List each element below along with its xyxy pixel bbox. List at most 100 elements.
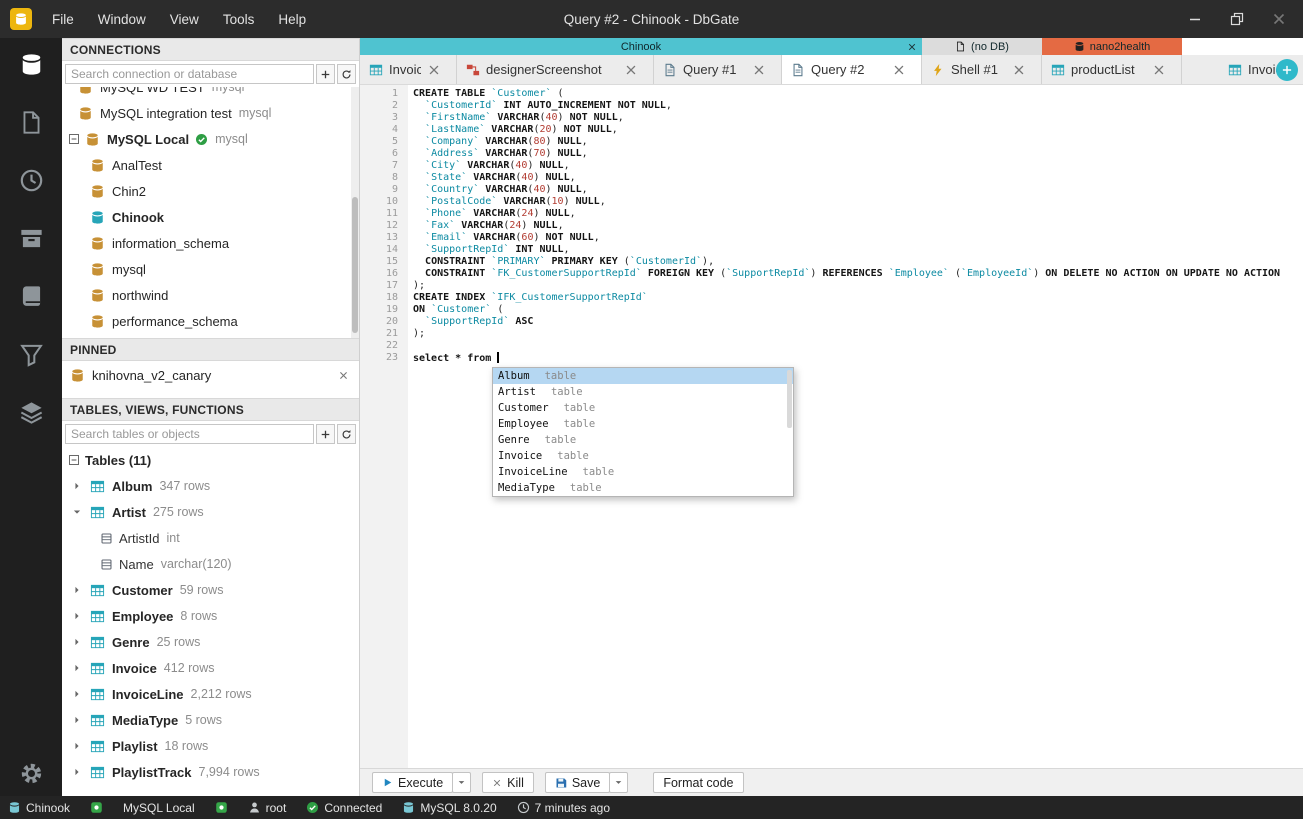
menu-file[interactable]: File bbox=[52, 12, 74, 27]
database-icon[interactable] bbox=[19, 52, 44, 77]
autocomplete-item[interactable]: Genre table bbox=[493, 432, 793, 448]
book-icon[interactable] bbox=[19, 284, 44, 309]
tables-search-input[interactable] bbox=[65, 424, 314, 444]
connection-item[interactable]: MySQL integration test mysql bbox=[62, 100, 359, 126]
format-code-button[interactable]: Format code bbox=[653, 772, 744, 793]
close-icon[interactable] bbox=[1146, 63, 1166, 77]
pinned-item[interactable]: knihovna_v2_canary bbox=[62, 361, 359, 389]
connection-name: MySQL WD TEST bbox=[100, 87, 205, 95]
tab-query-2[interactable]: Query #2 bbox=[782, 55, 922, 84]
table-item[interactable]: PlaylistTrack 7,994 rows bbox=[62, 759, 359, 785]
column-item[interactable]: ArtistId int bbox=[62, 525, 359, 551]
autocomplete-item[interactable]: Album table bbox=[493, 368, 793, 384]
status-item[interactable]: Chinook bbox=[8, 801, 70, 815]
column-item[interactable]: Name varchar(120) bbox=[62, 551, 359, 577]
connection-item[interactable]: mysql bbox=[62, 256, 359, 282]
table-name: Customer bbox=[112, 582, 173, 598]
menu-view[interactable]: View bbox=[170, 12, 199, 27]
connection-item[interactable]: northwind bbox=[62, 282, 359, 308]
autocomplete-item[interactable]: Employee table bbox=[493, 416, 793, 432]
line-number: 17 bbox=[385, 280, 398, 291]
status-item[interactable] bbox=[215, 801, 228, 814]
status-item[interactable]: MySQL 8.0.20 bbox=[402, 800, 497, 815]
table-item[interactable]: Playlist 18 rows bbox=[62, 733, 359, 759]
close-icon[interactable] bbox=[886, 63, 906, 77]
status-item[interactable]: root bbox=[248, 801, 286, 815]
close-icon[interactable] bbox=[421, 63, 441, 77]
gear-icon[interactable] bbox=[19, 761, 44, 786]
close-icon[interactable] bbox=[907, 42, 917, 52]
table-item[interactable]: Customer 59 rows bbox=[62, 577, 359, 603]
table-item[interactable]: Album 347 rows bbox=[62, 473, 359, 499]
autocomplete-item[interactable]: InvoiceLine table bbox=[493, 464, 793, 480]
connections-search-input[interactable] bbox=[65, 64, 314, 84]
archive-icon[interactable] bbox=[19, 226, 44, 251]
layers-icon[interactable] bbox=[19, 400, 44, 425]
menu-help[interactable]: Help bbox=[278, 12, 306, 27]
collapse-box-icon bbox=[68, 454, 80, 466]
table-item[interactable]: Genre 25 rows bbox=[62, 629, 359, 655]
save-label: Save bbox=[571, 775, 601, 790]
line-number: 19 bbox=[385, 304, 398, 315]
connection-item[interactable]: MySQL Local mysql bbox=[62, 126, 359, 152]
close-icon[interactable] bbox=[746, 63, 766, 77]
refresh-connections-button[interactable] bbox=[337, 64, 356, 84]
connection-item[interactable]: MySQL WD TEST mysql bbox=[62, 87, 359, 100]
tab-label: Shell #1 bbox=[951, 62, 998, 77]
connection-item[interactable]: AnalTest bbox=[62, 152, 359, 178]
restore-button[interactable] bbox=[1229, 11, 1245, 27]
tab-productlist[interactable]: productList bbox=[1042, 55, 1182, 84]
autocomplete-item[interactable]: Customer table bbox=[493, 400, 793, 416]
table-row-count: 2,212 rows bbox=[190, 687, 252, 701]
table-item[interactable]: Invoice 412 rows bbox=[62, 655, 359, 681]
autocomplete-scrollbar[interactable] bbox=[787, 370, 792, 428]
connection-item[interactable]: Chinook bbox=[62, 204, 359, 230]
refresh-tables-button[interactable] bbox=[337, 424, 356, 444]
save-dropdown-button[interactable] bbox=[609, 772, 629, 793]
history-icon[interactable] bbox=[19, 168, 44, 193]
filter-icon[interactable] bbox=[19, 342, 44, 367]
scrollbar-thumb[interactable] bbox=[352, 197, 358, 333]
autocomplete-item[interactable]: Invoice table bbox=[493, 448, 793, 464]
table-item[interactable]: InvoiceLine 2,212 rows bbox=[62, 681, 359, 707]
close-window-button[interactable] bbox=[1271, 11, 1287, 27]
kill-button[interactable]: Kill bbox=[482, 772, 534, 793]
autocomplete-item[interactable]: Artist table bbox=[493, 384, 793, 400]
connections-scrollbar[interactable] bbox=[351, 87, 359, 338]
code-line: ON `Customer` ( bbox=[413, 304, 504, 315]
status-label: MySQL 8.0.20 bbox=[420, 800, 497, 815]
status-item[interactable]: MySQL Local bbox=[123, 801, 195, 815]
execute-dropdown-button[interactable] bbox=[452, 772, 472, 793]
table-item[interactable]: MediaType 5 rows bbox=[62, 707, 359, 733]
close-icon[interactable] bbox=[1006, 63, 1026, 77]
tab-group[interactable]: Chinook bbox=[360, 38, 922, 55]
menu-window[interactable]: Window bbox=[98, 12, 146, 27]
table-row-count: 7,994 rows bbox=[198, 765, 260, 779]
connection-item[interactable]: Chin2 bbox=[62, 178, 359, 204]
status-item[interactable]: Connected bbox=[306, 801, 382, 815]
tables-group[interactable]: Tables (11) bbox=[62, 447, 359, 473]
autocomplete-item[interactable]: MediaType table bbox=[493, 480, 793, 496]
file-icon[interactable] bbox=[19, 110, 44, 135]
database-icon bbox=[8, 801, 21, 814]
add-connection-button[interactable] bbox=[316, 64, 335, 84]
status-item[interactable]: 7 minutes ago bbox=[517, 801, 610, 815]
table-item[interactable]: Artist 275 rows bbox=[62, 499, 359, 525]
tab-designerscreenshot[interactable]: designerScreenshot bbox=[457, 55, 654, 84]
table-item[interactable]: Employee 8 rows bbox=[62, 603, 359, 629]
execute-button[interactable]: Execute bbox=[372, 772, 454, 793]
new-tab-button[interactable] bbox=[1276, 59, 1298, 81]
tab-group[interactable]: (no DB) bbox=[922, 38, 1042, 55]
tab-group[interactable]: nano2health bbox=[1042, 38, 1182, 55]
menu-tools[interactable]: Tools bbox=[223, 12, 255, 27]
connection-item[interactable]: performance_schema bbox=[62, 308, 359, 334]
connection-item[interactable]: information_schema bbox=[62, 230, 359, 256]
save-button[interactable]: Save bbox=[544, 772, 611, 793]
status-item[interactable] bbox=[90, 801, 103, 814]
tab-shell-1[interactable]: Shell #1 bbox=[922, 55, 1042, 84]
close-icon[interactable] bbox=[618, 63, 638, 77]
minimize-button[interactable] bbox=[1187, 11, 1203, 27]
tab-query-1[interactable]: Query #1 bbox=[654, 55, 782, 84]
tab-invoice[interactable]: Invoice bbox=[360, 55, 457, 84]
add-table-button[interactable] bbox=[316, 424, 335, 444]
